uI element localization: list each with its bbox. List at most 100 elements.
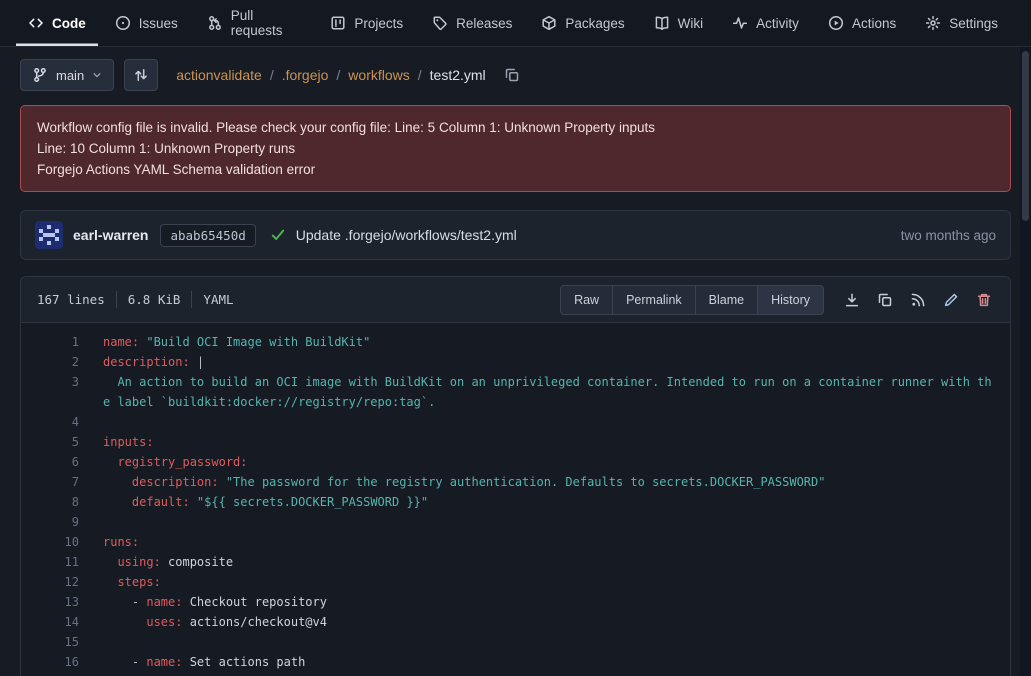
line-number[interactable]: 1 bbox=[21, 332, 79, 352]
breadcrumb-link[interactable]: actionvalidate bbox=[176, 67, 262, 83]
code-line: 1name: "Build OCI Image with BuildKit" bbox=[21, 332, 1010, 352]
code-line: 14 uses: actions/checkout@v4 bbox=[21, 612, 1010, 632]
line-number[interactable]: 6 bbox=[21, 452, 79, 472]
tab-issues[interactable]: Issues bbox=[103, 0, 190, 46]
tab-label: Actions bbox=[852, 16, 896, 31]
branch-name: main bbox=[56, 68, 84, 83]
line-content: inputs: bbox=[79, 432, 1010, 452]
error-line: Forgejo Actions YAML Schema validation e… bbox=[37, 159, 994, 180]
tab-label: Settings bbox=[949, 16, 998, 31]
breadcrumb-separator: / bbox=[418, 67, 422, 83]
line-content: using: composite bbox=[79, 552, 1010, 572]
line-content: default: "${{ secrets.DOCKER_PASSWORD }}… bbox=[79, 492, 1010, 512]
line-number[interactable]: 7 bbox=[21, 472, 79, 492]
scrollbar[interactable] bbox=[1020, 47, 1031, 676]
line-number[interactable]: 13 bbox=[21, 592, 79, 612]
copy-icon bbox=[504, 67, 520, 83]
tab-actions[interactable]: Actions bbox=[816, 0, 908, 46]
line-number[interactable]: 5 bbox=[21, 432, 79, 452]
gear-icon bbox=[925, 15, 941, 31]
code-line: 9 bbox=[21, 512, 1010, 532]
tab-releases[interactable]: Releases bbox=[420, 0, 524, 46]
tab-settings[interactable]: Settings bbox=[913, 0, 1010, 46]
file-lines-count: 167 lines bbox=[37, 292, 105, 307]
tab-projects[interactable]: Projects bbox=[318, 0, 415, 46]
code-line: 6 registry_password: bbox=[21, 452, 1010, 472]
commit-author[interactable]: earl-warren bbox=[73, 227, 148, 243]
breadcrumb-separator: / bbox=[270, 67, 274, 83]
breadcrumb-current: test2.yml bbox=[430, 67, 486, 83]
delete-icon bbox=[976, 292, 992, 308]
history-button[interactable]: History bbox=[757, 285, 824, 315]
blame-button[interactable]: Blame bbox=[695, 285, 758, 315]
commit-hash-badge[interactable]: abab65450d bbox=[160, 224, 255, 247]
file-language: YAML bbox=[203, 292, 233, 307]
tab-activity[interactable]: Activity bbox=[720, 0, 811, 46]
line-content bbox=[79, 412, 1010, 432]
rss-icon bbox=[910, 292, 926, 308]
tab-packages[interactable]: Packages bbox=[529, 0, 636, 46]
line-number[interactable]: 8 bbox=[21, 492, 79, 512]
breadcrumb-link[interactable]: workflows bbox=[348, 67, 409, 83]
tab-pull-requests[interactable]: Pull requests bbox=[195, 0, 314, 46]
edit-button[interactable] bbox=[943, 292, 959, 308]
tab-code[interactable]: Code bbox=[16, 0, 98, 46]
code-line: 5inputs: bbox=[21, 432, 1010, 452]
breadcrumb: actionvalidate/.forgejo/workflows/test2.… bbox=[176, 67, 485, 83]
line-content: description: "The password for the regis… bbox=[79, 472, 1010, 492]
line-number[interactable]: 3 bbox=[21, 372, 79, 412]
line-content: runs: bbox=[79, 532, 1010, 552]
scrollbar-thumb[interactable] bbox=[1022, 51, 1029, 221]
code-line: 4 bbox=[21, 412, 1010, 432]
line-number[interactable]: 17 bbox=[21, 672, 79, 676]
line-content: name: "Build OCI Image with BuildKit" bbox=[79, 332, 1010, 352]
wiki-icon bbox=[654, 15, 670, 31]
line-content: steps: bbox=[79, 572, 1010, 592]
tab-label: Pull requests bbox=[231, 8, 302, 38]
download-button[interactable] bbox=[844, 292, 860, 308]
line-number[interactable]: 14 bbox=[21, 612, 79, 632]
rss-button[interactable] bbox=[910, 292, 926, 308]
file-info: 167 lines 6.8 KiB YAML bbox=[37, 291, 234, 308]
copy-button[interactable] bbox=[877, 292, 893, 308]
line-number[interactable]: 15 bbox=[21, 632, 79, 652]
tab-label: Activity bbox=[756, 16, 799, 31]
line-number[interactable]: 9 bbox=[21, 512, 79, 532]
code-line: 16 - name: Set actions path bbox=[21, 652, 1010, 672]
breadcrumb-link[interactable]: .forgejo bbox=[282, 67, 329, 83]
permalink-button[interactable]: Permalink bbox=[612, 285, 696, 315]
copy-path-button[interactable] bbox=[504, 67, 520, 83]
file-header: 167 lines 6.8 KiB YAML RawPermalinkBlame… bbox=[21, 277, 1010, 323]
tab-wiki[interactable]: Wiki bbox=[642, 0, 716, 46]
error-line: Line: 10 Column 1: Unknown Property runs bbox=[37, 138, 994, 159]
file-size: 6.8 KiB bbox=[128, 292, 181, 307]
repo-navbar: CodeIssues Pull requests ProjectsReleases P… bbox=[0, 0, 1031, 47]
raw-button[interactable]: Raw bbox=[560, 285, 613, 315]
line-number[interactable]: 4 bbox=[21, 412, 79, 432]
line-number[interactable]: 10 bbox=[21, 532, 79, 552]
delete-button[interactable] bbox=[976, 292, 992, 308]
line-content: description: | bbox=[79, 352, 1010, 372]
releases-icon bbox=[432, 15, 448, 31]
line-number[interactable]: 16 bbox=[21, 652, 79, 672]
code-line: 7 description: "The password for the reg… bbox=[21, 472, 1010, 492]
commit-message[interactable]: Update .forgejo/workflows/test2.yml bbox=[296, 227, 517, 243]
branch-select[interactable]: main bbox=[20, 59, 114, 91]
check-icon bbox=[270, 227, 286, 243]
line-number[interactable]: 12 bbox=[21, 572, 79, 592]
tab-label: Packages bbox=[565, 16, 624, 31]
line-number[interactable]: 11 bbox=[21, 552, 79, 572]
line-number[interactable]: 2 bbox=[21, 352, 79, 372]
code-line: 13 - name: Checkout repository bbox=[21, 592, 1010, 612]
nav-tabs: CodeIssues Pull requests ProjectsReleases P… bbox=[16, 0, 913, 46]
line-content: An action to build an OCI image with Bui… bbox=[79, 372, 1010, 412]
compare-button[interactable] bbox=[124, 59, 158, 91]
avatar[interactable] bbox=[35, 221, 63, 249]
file-action-icons bbox=[844, 292, 992, 308]
pull-request-icon bbox=[207, 15, 223, 31]
line-content bbox=[79, 632, 1010, 652]
error-banner: Workflow config file is invalid. Please … bbox=[20, 105, 1011, 192]
download-icon bbox=[844, 292, 860, 308]
file-view-buttons: RawPermalinkBlameHistory bbox=[560, 285, 824, 315]
branch-bar: main actionvalidate/.forgejo/workflows/t… bbox=[20, 59, 1011, 91]
